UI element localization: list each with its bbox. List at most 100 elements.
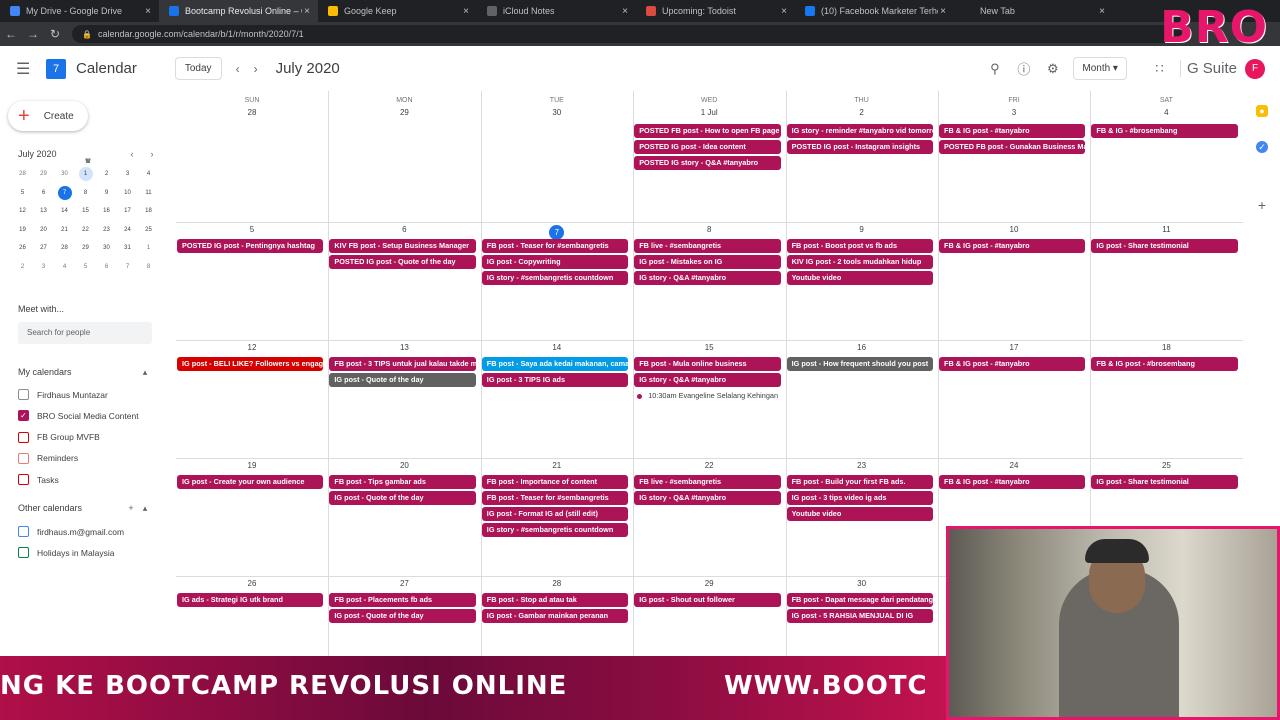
help-icon[interactable]: ⓘ: [1009, 59, 1038, 78]
event-chip[interactable]: FB & IG post - #tanyabro: [939, 357, 1086, 371]
event-chip[interactable]: IG post - Shout out follower: [634, 593, 781, 607]
mini-day[interactable]: 27: [33, 239, 54, 258]
browser-tab[interactable]: Bootcamp Revolusi Online – Cale×: [159, 0, 318, 22]
day-number[interactable]: 8: [633, 225, 785, 234]
mini-day[interactable]: 7: [54, 184, 75, 203]
day-number[interactable]: 16: [786, 343, 938, 352]
day-number[interactable]: 10: [938, 225, 1090, 234]
day-number[interactable]: 13: [328, 343, 480, 352]
calendar-item[interactable]: Tasks: [18, 474, 59, 486]
close-tab-icon[interactable]: ×: [302, 6, 312, 17]
checkbox[interactable]: [18, 474, 29, 486]
day-number[interactable]: 29: [328, 108, 480, 117]
day-number[interactable]: 19: [176, 461, 328, 470]
day-number[interactable]: 1 Jul: [633, 108, 785, 117]
day-number[interactable]: 21: [481, 461, 633, 470]
mini-day[interactable]: 13: [33, 202, 54, 221]
checkbox[interactable]: [18, 526, 29, 537]
close-tab-icon[interactable]: ×: [1097, 6, 1107, 17]
event-chip[interactable]: FB & IG post - #tanyabro: [939, 475, 1086, 489]
keep-icon[interactable]: ●: [1256, 105, 1268, 117]
event-chip[interactable]: FB post - Dapat message dari pendatang: [786, 593, 933, 607]
view-select[interactable]: Month ▾: [1073, 57, 1127, 80]
next-month-icon[interactable]: ›: [254, 62, 258, 76]
event-chip[interactable]: FB post - Tips gambar ads: [329, 475, 476, 489]
mini-day[interactable]: 5: [12, 184, 33, 203]
mini-day[interactable]: 23: [96, 221, 117, 240]
event-chip[interactable]: FB post - Teaser for #sembangretis: [481, 239, 629, 253]
event-chip[interactable]: IG post - 3 tips video ig ads: [786, 491, 933, 505]
reload-icon[interactable]: ↻: [44, 27, 66, 41]
day-number[interactable]: 6: [328, 225, 480, 234]
event-chip[interactable]: FB post - Build your first FB ads.: [786, 475, 933, 489]
event-chip[interactable]: IG story - #sembangretis countdown: [481, 523, 629, 537]
close-tab-icon[interactable]: ×: [620, 6, 630, 17]
day-number[interactable]: 26: [176, 579, 328, 588]
event-chip[interactable]: POSTED IG post - Instagram insights: [786, 140, 933, 154]
event-chip[interactable]: IG post - Mistakes on IG: [634, 255, 781, 269]
day-number[interactable]: 11: [1090, 225, 1242, 234]
day-number[interactable]: 17: [938, 343, 1090, 352]
calendar-item[interactable]: Reminders: [18, 452, 78, 464]
event-chip[interactable]: FB post - 3 TIPS untuk jual kalau takde …: [329, 357, 476, 371]
event-chip[interactable]: IG story - Q&A #tanyabro: [634, 491, 781, 505]
day-number[interactable]: 27: [328, 579, 480, 588]
event-chip[interactable]: KIV IG post - 2 tools mudahkan hidup: [786, 255, 933, 269]
create-button[interactable]: + Create: [8, 101, 88, 131]
day-number[interactable]: 12: [176, 343, 328, 352]
browser-tab[interactable]: Upcoming: Todoist ×: [636, 0, 795, 22]
add-calendar-icon[interactable]: +: [124, 503, 138, 514]
day-number[interactable]: 5: [176, 225, 328, 234]
mini-day[interactable]: 16: [96, 202, 117, 221]
mini-day[interactable]: 15: [75, 202, 96, 221]
event-chip[interactable]: IG post - How frequent should you post: [786, 357, 933, 371]
event-chip[interactable]: IG ads - Strategi IG utk brand: [177, 593, 324, 607]
event-chip[interactable]: FB post - Mula online business: [634, 357, 781, 371]
mini-day[interactable]: 21: [54, 221, 75, 240]
browser-tab[interactable]: My Drive - Google Drive ×: [0, 0, 159, 22]
mini-day[interactable]: 25: [138, 221, 159, 240]
mini-day[interactable]: 26: [12, 239, 33, 258]
day-number[interactable]: 28: [481, 579, 633, 588]
back-icon[interactable]: ←: [0, 27, 22, 41]
event-chip[interactable]: FB post - Stop ad atau tak: [481, 593, 629, 607]
event-chip[interactable]: POSTED IG post - Pentingnya hashtag: [177, 239, 324, 253]
event-chip[interactable]: FB post - Placements fb ads: [329, 593, 476, 607]
add-addon-icon[interactable]: +: [1256, 198, 1268, 212]
event-chip[interactable]: IG post - Quote of the day: [329, 491, 476, 505]
collapse-icon[interactable]: ▴: [138, 503, 152, 514]
day-number[interactable]: 22: [633, 461, 785, 470]
day-number[interactable]: 30: [481, 108, 633, 117]
checkbox[interactable]: [18, 547, 29, 559]
checkbox[interactable]: ✓: [18, 410, 29, 422]
mini-day[interactable]: 14: [54, 202, 75, 221]
day-number[interactable]: 7: [481, 225, 633, 240]
mini-day[interactable]: 12: [12, 202, 33, 221]
day-number[interactable]: 4: [1090, 108, 1242, 117]
browser-tab[interactable]: iCloud Notes ×: [477, 0, 636, 22]
mini-day[interactable]: 29: [75, 239, 96, 258]
event-chip[interactable]: IG post - Format IG ad (still edit): [481, 507, 629, 521]
event-chip[interactable]: IG post - Quote of the day: [329, 609, 476, 623]
event-chip[interactable]: KIV FB post - Setup Business Manager: [329, 239, 476, 253]
day-number[interactable]: 14: [481, 343, 633, 352]
event-chip[interactable]: FB & IG post - #tanyabro: [939, 239, 1086, 253]
mini-day[interactable]: 30: [96, 239, 117, 258]
day-number[interactable]: 23: [786, 461, 938, 470]
mini-day[interactable]: 19: [12, 221, 33, 240]
close-tab-icon[interactable]: ×: [143, 6, 153, 17]
event-chip[interactable]: POSTED FB post - Gunakan Business Manage…: [939, 140, 1086, 154]
day-number[interactable]: 15: [633, 343, 785, 352]
close-tab-icon[interactable]: ×: [461, 6, 471, 17]
event-chip[interactable]: POSTED IG story - Q&A #tanyabro: [634, 156, 781, 170]
day-number[interactable]: 9: [786, 225, 938, 234]
event-chip[interactable]: IG post - Gambar mainkan peranan: [481, 609, 629, 623]
event-chip[interactable]: POSTED FB post - How to open FB page: [634, 124, 781, 138]
forward-icon[interactable]: →: [22, 27, 44, 41]
event-chip[interactable]: FB & IG post - #brosembang: [1091, 357, 1238, 371]
mini-day[interactable]: 9: [96, 184, 117, 203]
day-number[interactable]: 20: [328, 461, 480, 470]
mini-day[interactable]: 17: [117, 202, 138, 221]
day-number[interactable]: 28: [176, 108, 328, 117]
event-chip[interactable]: FB post - Importance of content: [481, 475, 629, 489]
